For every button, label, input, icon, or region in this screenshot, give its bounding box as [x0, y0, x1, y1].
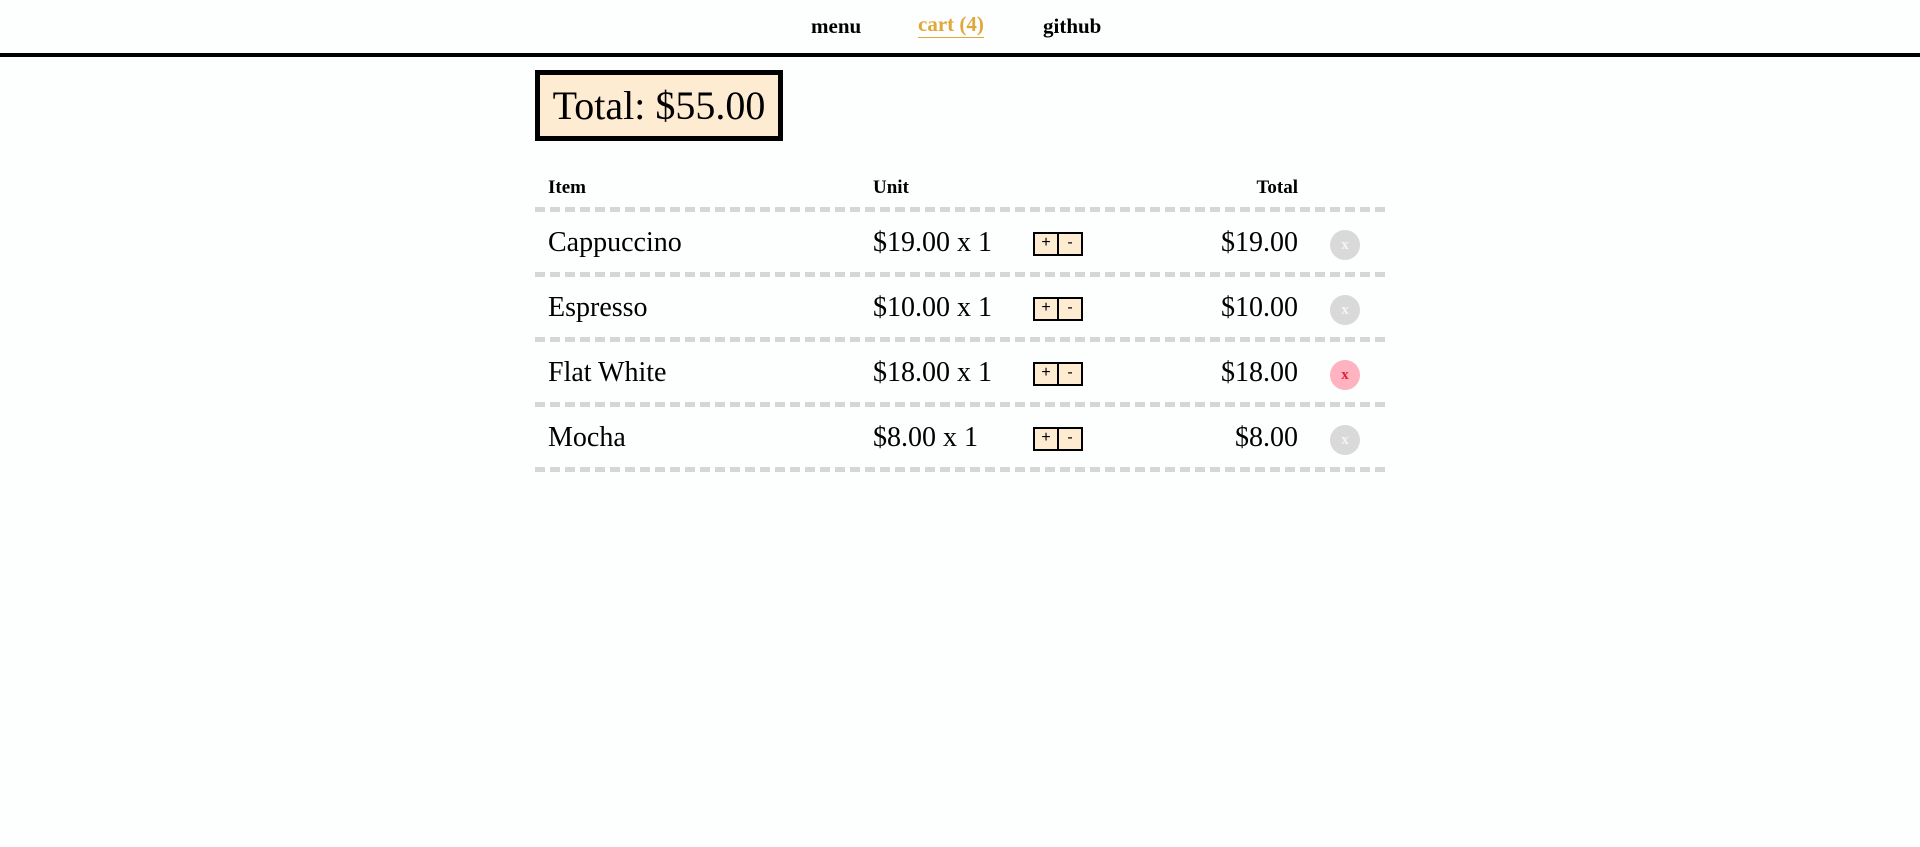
quantity-stepper: + -: [1033, 297, 1083, 321]
increase-quantity-button[interactable]: +: [1033, 232, 1059, 256]
quantity-stepper: + -: [1033, 362, 1083, 386]
increase-quantity-button[interactable]: +: [1033, 362, 1059, 386]
table-header: Item Unit Total: [535, 170, 1385, 212]
header-total: Total: [1256, 177, 1298, 198]
item-name: Flat White: [548, 357, 667, 388]
quantity-stepper: + -: [1033, 232, 1083, 256]
remove-item-button[interactable]: x: [1330, 425, 1360, 455]
line-total: $19.00: [1221, 227, 1298, 258]
cart-table: Item Unit Total Cappuccino $19.00 x 1 + …: [535, 170, 1385, 472]
table-row: Mocha $8.00 x 1 + - $8.00 x: [535, 407, 1385, 472]
decrease-quantity-button[interactable]: -: [1059, 362, 1083, 386]
remove-item-button[interactable]: x: [1330, 230, 1360, 260]
quantity-stepper: + -: [1033, 427, 1083, 451]
line-total: $18.00: [1221, 357, 1298, 388]
unit-price: $10.00 x 1: [873, 292, 992, 323]
top-navigation: menu cart (4) github: [0, 0, 1920, 57]
remove-item-button[interactable]: x: [1330, 360, 1360, 390]
table-row: Espresso $10.00 x 1 + - $10.00 x: [535, 277, 1385, 342]
table-row: Cappuccino $19.00 x 1 + - $19.00 x: [535, 212, 1385, 277]
unit-price: $18.00 x 1: [873, 357, 992, 388]
increase-quantity-button[interactable]: +: [1033, 297, 1059, 321]
unit-price: $8.00 x 1: [873, 422, 978, 453]
item-name: Mocha: [548, 422, 626, 453]
remove-item-button[interactable]: x: [1330, 295, 1360, 325]
cart-total: Total: $55.00: [535, 70, 783, 141]
unit-price: $19.00 x 1: [873, 227, 992, 258]
nav-link-menu[interactable]: menu: [811, 12, 861, 40]
increase-quantity-button[interactable]: +: [1033, 427, 1059, 451]
decrease-quantity-button[interactable]: -: [1059, 232, 1083, 256]
table-row: Flat White $18.00 x 1 + - $18.00 x: [535, 342, 1385, 407]
item-name: Espresso: [548, 292, 648, 323]
decrease-quantity-button[interactable]: -: [1059, 427, 1083, 451]
nav-link-github[interactable]: github: [1043, 12, 1101, 40]
header-unit: Unit: [873, 177, 909, 198]
header-item: Item: [548, 177, 586, 198]
line-total: $8.00: [1235, 422, 1298, 453]
nav-link-cart[interactable]: cart (4): [918, 12, 984, 38]
decrease-quantity-button[interactable]: -: [1059, 297, 1083, 321]
line-total: $10.00: [1221, 292, 1298, 323]
item-name: Cappuccino: [548, 227, 682, 258]
